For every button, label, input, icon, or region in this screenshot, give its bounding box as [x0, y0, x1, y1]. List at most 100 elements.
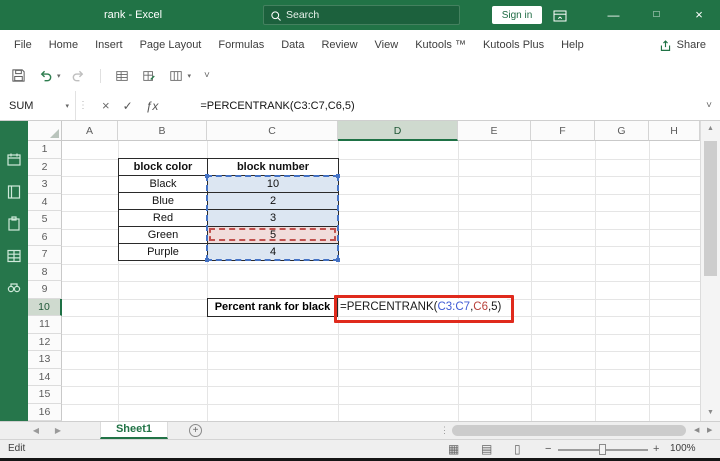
calendar-icon[interactable]: [5, 151, 23, 169]
vertical-scroll-thumb[interactable]: [704, 141, 717, 276]
toolbar-caret-icon[interactable]: ▾: [188, 72, 192, 80]
column-header-b[interactable]: B: [118, 121, 207, 141]
menu-tab-view[interactable]: View: [375, 39, 399, 51]
add-sheet-icon[interactable]: +: [189, 424, 202, 437]
column-header-e[interactable]: E: [458, 121, 531, 141]
excel-window: rank - Excel Search Sign in — □ × File Ho…: [0, 0, 720, 461]
binoculars-icon[interactable]: [5, 279, 23, 297]
menu-tab-help[interactable]: Help: [561, 39, 584, 51]
cell-B4[interactable]: Blue: [118, 192, 208, 210]
menu-tab-page-layout[interactable]: Page Layout: [140, 39, 202, 51]
range-handle-icon[interactable]: [205, 258, 209, 262]
redo-icon[interactable]: [70, 67, 88, 85]
menu-tab-home[interactable]: Home: [49, 39, 78, 51]
row-header-13[interactable]: 13: [28, 351, 62, 369]
range-handle-icon[interactable]: [336, 258, 340, 262]
row-headers: 1 2 3 4 5 6 7 8 9 10 11 12 13 14 15 16: [28, 141, 62, 421]
row-header-4[interactable]: 4: [28, 193, 62, 211]
undo-icon[interactable]: [36, 67, 54, 85]
row-header-11[interactable]: 11: [28, 316, 62, 334]
scroll-left-icon[interactable]: ◀: [694, 422, 699, 439]
enter-icon[interactable]: ✓: [123, 99, 133, 113]
page-layout-view-icon[interactable]: ▤: [481, 440, 492, 458]
next-sheet-icon[interactable]: ▶: [50, 422, 66, 439]
row-header-8[interactable]: 8: [28, 263, 62, 281]
save-icon[interactable]: [9, 67, 27, 85]
ribbon-display-options-icon[interactable]: [552, 8, 568, 24]
scroll-right-icon[interactable]: ▶: [707, 422, 712, 439]
row-header-9[interactable]: 9: [28, 281, 62, 299]
row-header-7[interactable]: 7: [28, 246, 62, 264]
zoom-out-icon[interactable]: −: [545, 440, 551, 458]
table-header-block-number[interactable]: block number: [207, 158, 339, 176]
search-input[interactable]: Search: [263, 5, 460, 25]
previous-sheet-icon[interactable]: ◀: [28, 422, 44, 439]
formula-bar-expand-icon[interactable]: ˅: [698, 91, 720, 120]
cell-B3[interactable]: Black: [118, 175, 208, 193]
table-icon[interactable]: [113, 67, 131, 85]
row-header-14[interactable]: 14: [28, 368, 62, 386]
range-reference-border[interactable]: [205, 174, 340, 262]
scrollbar-grip-icon[interactable]: ⋮: [440, 422, 449, 439]
name-box[interactable]: SUM ▾: [0, 91, 76, 120]
cell-B6[interactable]: Green: [118, 226, 208, 244]
row-header-12[interactable]: 12: [28, 333, 62, 351]
name-box-caret-icon[interactable]: ▾: [65, 102, 69, 110]
menu-tab-kutools[interactable]: Kutools ™: [415, 39, 466, 51]
sheet-tab-sheet1[interactable]: Sheet1: [100, 422, 168, 439]
cell-B5[interactable]: Red: [118, 209, 208, 227]
clipboard-icon[interactable]: [5, 215, 23, 233]
column-header-f[interactable]: F: [531, 121, 595, 141]
zoom-slider-thumb[interactable]: [599, 444, 606, 455]
scroll-down-icon[interactable]: ▼: [701, 405, 720, 421]
menu-tab-file[interactable]: File: [14, 39, 32, 51]
undo-dropdown-icon[interactable]: ▾: [57, 72, 61, 80]
normal-view-icon[interactable]: ▦: [448, 440, 459, 458]
row-header-15[interactable]: 15: [28, 386, 62, 404]
page-break-view-icon[interactable]: ▯: [514, 440, 521, 458]
worksheet-grid-icon[interactable]: [5, 247, 23, 265]
column-header-a[interactable]: A: [62, 121, 118, 141]
cell-reference-border[interactable]: [209, 228, 336, 241]
insert-function-icon[interactable]: ƒx: [146, 99, 159, 113]
row-header-16[interactable]: 16: [28, 403, 62, 421]
row-header-3[interactable]: 3: [28, 176, 62, 194]
cancel-icon[interactable]: ×: [102, 98, 110, 113]
formula-bar-input[interactable]: =PERCENTRANK(C3:C7,C6,5): [170, 91, 698, 120]
table-header-block-color[interactable]: block color: [118, 158, 208, 176]
menu-tab-data[interactable]: Data: [281, 39, 304, 51]
minimize-button[interactable]: —: [592, 0, 635, 30]
zoom-level[interactable]: 100%: [670, 440, 696, 458]
sign-in-button[interactable]: Sign in: [492, 6, 542, 24]
horizontal-scroll-thumb[interactable]: [452, 425, 686, 436]
menu-tab-formulas[interactable]: Formulas: [218, 39, 264, 51]
maximize-button[interactable]: □: [635, 0, 678, 30]
cell-C10-label[interactable]: Percent rank for black: [207, 298, 338, 317]
row-header-5[interactable]: 5: [28, 211, 62, 229]
share-button[interactable]: Share: [659, 39, 720, 52]
menu-tab-insert[interactable]: Insert: [95, 39, 123, 51]
menu-tab-kutools-plus[interactable]: Kutools Plus: [483, 39, 544, 51]
scroll-up-icon[interactable]: ▲: [701, 121, 720, 137]
range-handle-icon[interactable]: [336, 174, 340, 178]
column-header-g[interactable]: G: [595, 121, 649, 141]
table-columns-icon[interactable]: [167, 67, 185, 85]
workbook-icon[interactable]: [5, 183, 23, 201]
range-handle-icon[interactable]: [205, 174, 209, 178]
gridline: [62, 386, 700, 387]
row-header-6[interactable]: 6: [28, 228, 62, 246]
vertical-scrollbar[interactable]: ▲ ▼: [700, 121, 720, 421]
zoom-in-icon[interactable]: +: [653, 440, 659, 458]
row-header-10[interactable]: 10: [28, 298, 62, 316]
row-header-2[interactable]: 2: [28, 158, 62, 176]
column-header-d[interactable]: D: [338, 121, 458, 141]
column-header-h[interactable]: H: [649, 121, 700, 141]
close-button[interactable]: ×: [678, 0, 720, 30]
row-header-1[interactable]: 1: [28, 141, 62, 159]
customize-toolbar-icon[interactable]: ˅: [204, 70, 210, 81]
column-header-c[interactable]: C: [207, 121, 338, 141]
menu-tab-review[interactable]: Review: [321, 39, 357, 51]
cell-B7[interactable]: Purple: [118, 243, 208, 261]
formula-bar-grip-icon: ⋮: [78, 100, 88, 111]
table-edit-icon[interactable]: [140, 67, 158, 85]
